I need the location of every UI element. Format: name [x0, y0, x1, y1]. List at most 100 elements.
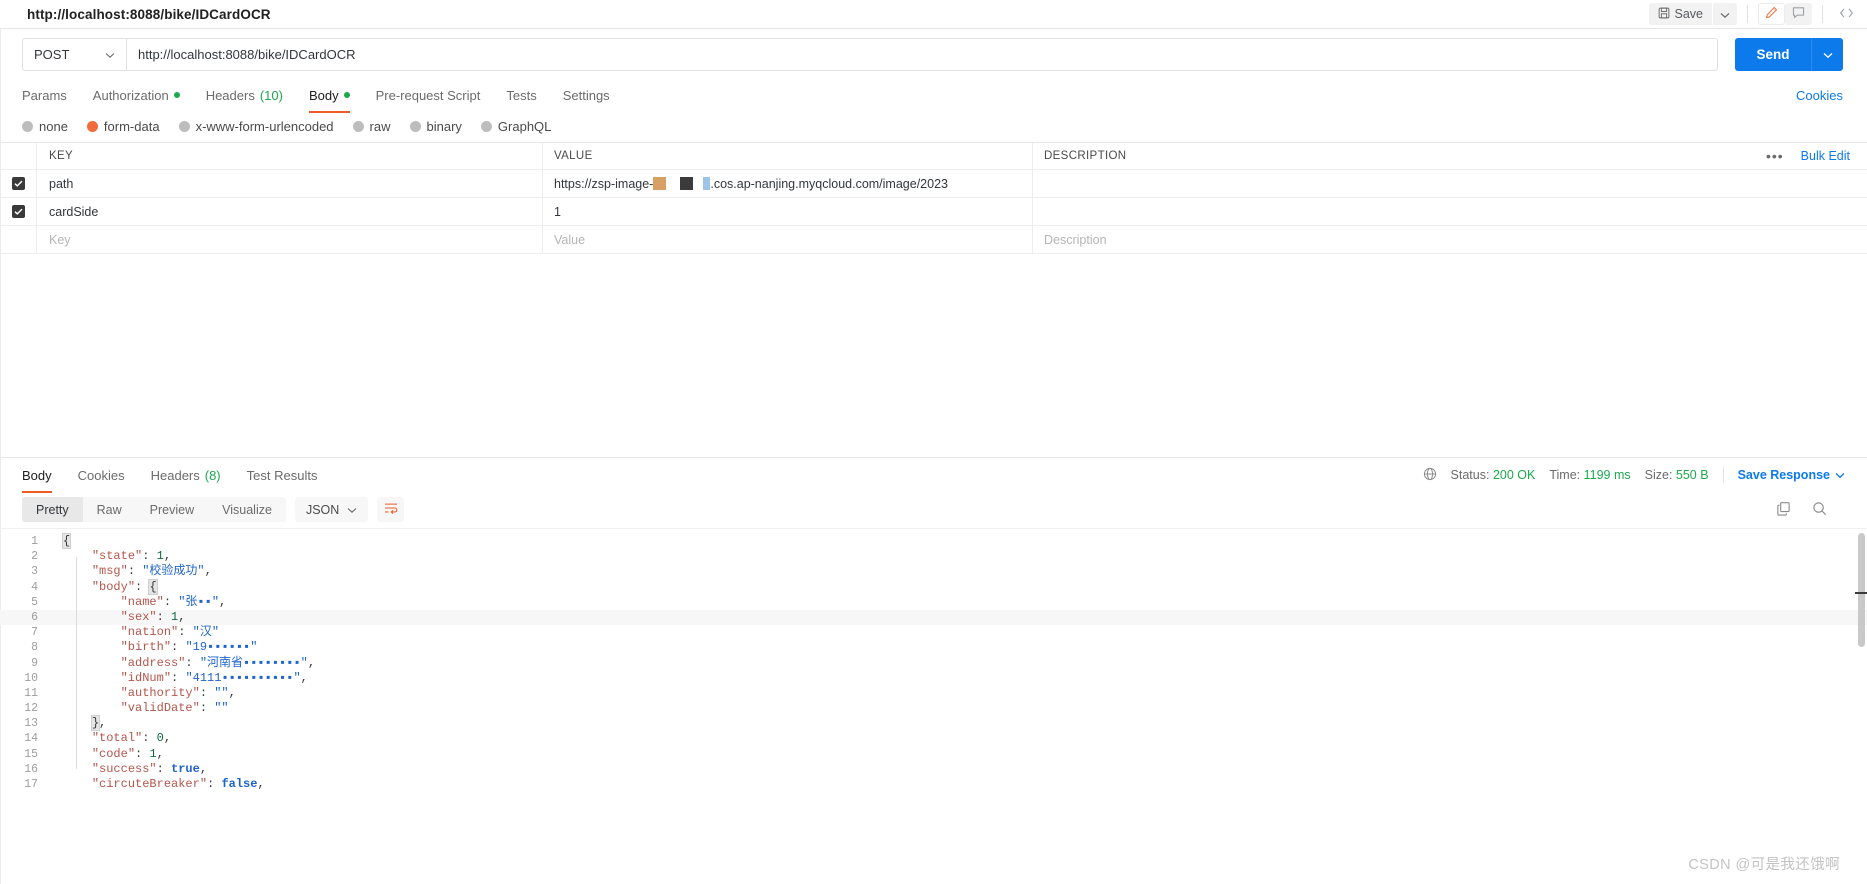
edit-request-button[interactable] [1758, 3, 1785, 25]
form-data-table: KEY VALUE DESCRIPTION ••• Bulk Edit path [0, 142, 1867, 254]
row-key-cell[interactable]: path [36, 170, 542, 197]
request-url-input[interactable] [126, 38, 1718, 71]
code-line-number: 10 [24, 671, 38, 685]
http-method-select[interactable]: POST [22, 38, 126, 71]
code-token: , [228, 685, 236, 700]
response-tab-cookies[interactable]: Cookies [78, 460, 125, 490]
scroll-position-marker [1855, 592, 1867, 594]
row-value-cell[interactable]: https://zsp-image- .cos.ap-nanjing.myqclo… [542, 170, 1032, 197]
code-token: , [199, 761, 208, 776]
tab-authorization[interactable]: Authorization [93, 80, 180, 110]
radio-selected-icon [86, 121, 98, 132]
body-type-none[interactable]: none [22, 119, 68, 134]
empty-row-tools-cell [1757, 226, 1867, 253]
response-tab-headers-count: (8) [204, 467, 221, 483]
response-vertical-scrollbar[interactable] [1858, 533, 1865, 647]
code-line-text: "state": 1, [50, 549, 171, 564]
code-line-text: "idNum": "4111▪▪▪▪▪▪▪▪▪▪", [50, 671, 308, 686]
tab-settings[interactable]: Settings [563, 80, 610, 110]
chevron-down-icon [1835, 468, 1845, 482]
code-token: 1 [149, 746, 157, 761]
row-value-suffix: .cos.ap-nanjing.myqcloud.com/image/2023 [710, 176, 948, 191]
row-value-cell[interactable]: 1 [542, 198, 1032, 225]
code-token: "4111▪▪▪▪▪▪▪▪▪▪" [185, 670, 301, 685]
code-token: "body" [91, 579, 136, 594]
code-token: "河南省▪▪▪▪▪▪▪▪" [199, 655, 308, 670]
row-key-cell[interactable]: cardSide [36, 198, 542, 225]
row-description-cell[interactable] [1032, 198, 1757, 225]
save-options-button[interactable] [1713, 3, 1737, 25]
send-options-button[interactable] [1811, 38, 1843, 71]
word-wrap-button[interactable] [377, 497, 405, 522]
tab-body[interactable]: Body [308, 80, 350, 113]
new-key-input[interactable]: Key [36, 226, 542, 253]
tab-tests[interactable]: Tests [506, 80, 536, 110]
code-line-text: "sex": 1, [50, 610, 186, 625]
tab-headers[interactable]: Headers (10) [206, 80, 283, 110]
body-type-graphql[interactable]: GraphQL [480, 119, 551, 134]
row-checkbox-cell [0, 170, 36, 197]
response-tab-test-results[interactable]: Test Results [247, 460, 318, 490]
view-mode-pretty[interactable]: Pretty [22, 497, 83, 522]
response-toolbar: Pretty Raw Preview Visualize JSON [0, 492, 1867, 528]
code-token: , [300, 670, 308, 685]
size-label: Size: [1644, 468, 1673, 482]
code-line-text: { [50, 533, 72, 549]
send-button[interactable]: Send [1735, 38, 1811, 71]
row-checkbox[interactable] [11, 205, 25, 218]
header-description-cell: DESCRIPTION [1032, 143, 1757, 169]
response-tab-headers-label: Headers [150, 467, 200, 483]
search-icon[interactable] [1812, 501, 1827, 519]
code-token: : [171, 670, 186, 685]
code-token: "" [214, 685, 229, 700]
code-snippet-button[interactable] [1833, 3, 1859, 25]
body-type-form-data[interactable]: form-data [86, 119, 160, 134]
response-format-select[interactable]: JSON [294, 497, 369, 522]
copy-icon[interactable] [1776, 501, 1791, 519]
save-button[interactable]: Save [1648, 3, 1712, 25]
code-line: 7 "nation": "汉" [0, 625, 1867, 640]
bulk-edit-button[interactable]: Bulk Edit [1801, 149, 1850, 163]
code-line: 1{ [0, 533, 1867, 549]
top-bar: http://localhost:8088/bike/IDCardOCR Sav… [0, 0, 1867, 29]
row-description-cell[interactable] [1032, 170, 1757, 197]
tab-params[interactable]: Params [22, 80, 67, 110]
new-key-placeholder: Key [49, 232, 71, 247]
response-tab-body[interactable]: Body [22, 460, 52, 493]
code-token: "校验成功" [142, 564, 205, 579]
response-meta: Status: 200 OK Time: 1199 ms Size: 550 B… [1423, 467, 1845, 484]
cookies-link[interactable]: Cookies [1796, 88, 1843, 103]
ellipsis-icon[interactable]: ••• [1766, 148, 1784, 164]
code-token: "name" [120, 594, 164, 609]
body-type-raw[interactable]: raw [352, 119, 391, 134]
code-token: "total" [91, 731, 143, 746]
code-token: : [171, 640, 186, 655]
response-json-code: 1{2 "state": 1, 3 "msg": "校验成功", 4 "body":… [0, 529, 1867, 792]
body-type-urlencoded[interactable]: x-www-form-urlencoded [178, 119, 334, 134]
url-bar: POST Send [0, 29, 1867, 80]
tab-pre-request-script[interactable]: Pre-request Script [376, 80, 481, 110]
response-tab-headers[interactable]: Headers (8) [151, 460, 221, 490]
new-value-input[interactable]: Value [542, 226, 1032, 253]
code-token: "address" [120, 655, 186, 670]
column-header-key: KEY [49, 150, 74, 162]
response-time: Time: 1199 ms [1549, 468, 1630, 482]
row-checkbox[interactable] [11, 177, 25, 190]
view-mode-visualize[interactable]: Visualize [208, 497, 286, 522]
comment-button[interactable] [1785, 3, 1812, 25]
redaction-block-orange [653, 177, 667, 190]
response-body-viewer[interactable]: 1{2 "state": 1, 3 "msg": "校验成功", 4 "body":… [0, 528, 1867, 798]
code-token: "circuteBreaker" [91, 777, 208, 791]
tab-headers-count: (10) [259, 87, 283, 103]
body-type-binary[interactable]: binary [409, 119, 462, 134]
tab-tests-label: Tests [506, 87, 537, 103]
view-mode-raw[interactable]: Raw [83, 497, 136, 522]
view-mode-preview[interactable]: Preview [136, 497, 208, 522]
new-description-input[interactable]: Description [1032, 226, 1757, 253]
row-key-text: cardSide [49, 204, 99, 219]
code-line: 10 "idNum": "4111▪▪▪▪▪▪▪▪▪▪", [0, 671, 1867, 686]
save-response-button[interactable]: Save Response [1738, 468, 1845, 482]
